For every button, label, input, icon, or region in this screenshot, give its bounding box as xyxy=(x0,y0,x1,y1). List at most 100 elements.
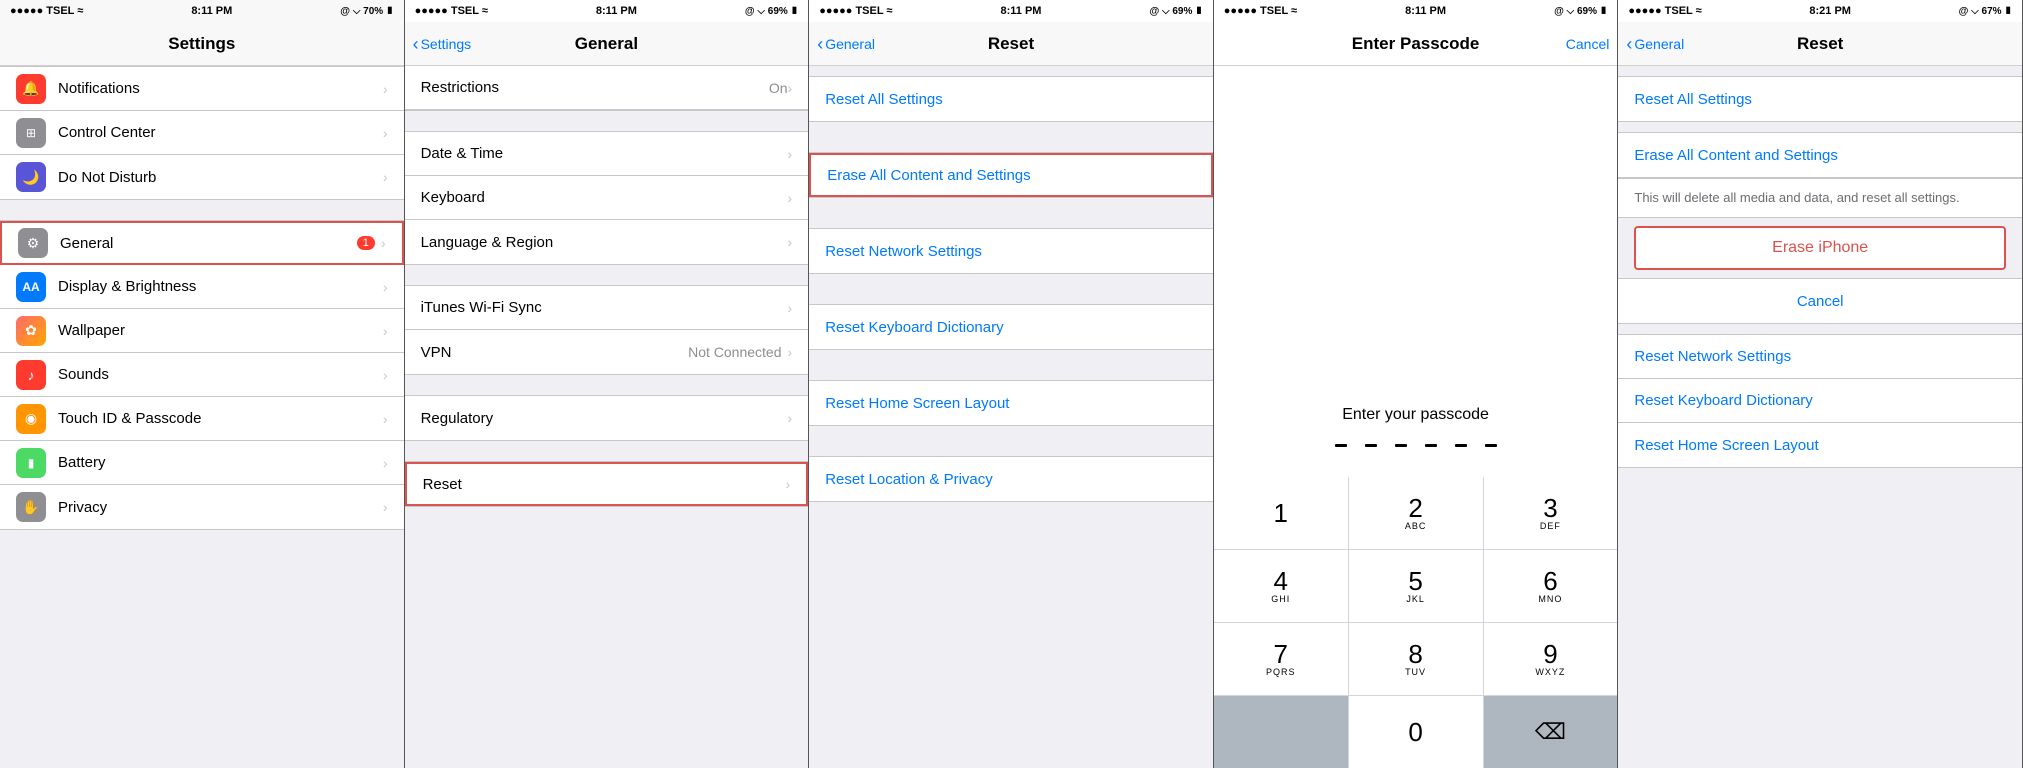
reset-group-2: Erase All Content and Settings xyxy=(809,152,1213,198)
settings-item-wallpaper[interactable]: ✿ Wallpaper › xyxy=(0,309,404,353)
key-2[interactable]: 2 ABC xyxy=(1349,477,1483,549)
reset-group-5: Reset Home Screen Layout xyxy=(809,380,1213,426)
status-bar-5: ●●●●● TSEL ≈ 8:21 PM @ ⌵ 67% ▮ xyxy=(1618,0,2022,22)
nav-back-5[interactable]: ‹ General xyxy=(1626,35,1684,53)
reset-group-3: Reset Network Settings xyxy=(809,228,1213,274)
key-0-num: 0 xyxy=(1408,719,1422,745)
key-5[interactable]: 5 JKL xyxy=(1349,550,1483,622)
reset5-homescreen[interactable]: Reset Home Screen Layout xyxy=(1618,423,2022,467)
status-left-5: ●●●●● TSEL ≈ xyxy=(1628,5,1701,17)
dot-4 xyxy=(1425,444,1437,447)
status-bar-1: ●●●●● TSEL ≈ 8:11 PM @ ⌵ 70% ▮ xyxy=(0,0,404,22)
general-label: General xyxy=(60,235,357,252)
nav-back-3[interactable]: ‹ General xyxy=(817,35,875,53)
general-item-regulatory[interactable]: Regulatory › xyxy=(405,396,809,440)
status-left-3: ●●●●● TSEL ≈ xyxy=(819,5,892,17)
reset5-erase[interactable]: Erase All Content and Settings xyxy=(1618,133,2022,177)
key-1[interactable]: 1 xyxy=(1214,477,1348,549)
dot-6 xyxy=(1485,444,1497,447)
display-icon: AA xyxy=(16,272,46,302)
general-item-vpn[interactable]: VPN Not Connected › xyxy=(405,330,809,374)
delete-icon: ⌫ xyxy=(1535,719,1566,745)
status-center-4: 8:11 PM xyxy=(1405,5,1446,17)
key-2-num: 2 xyxy=(1408,495,1422,521)
general-item-language[interactable]: Language & Region › xyxy=(405,220,809,264)
reset5-keyboard[interactable]: Reset Keyboard Dictionary xyxy=(1618,379,2022,423)
general-item-itunes[interactable]: iTunes Wi-Fi Sync › xyxy=(405,286,809,330)
settings-item-dnd[interactable]: 🌙 Do Not Disturb › xyxy=(0,155,404,199)
cancel-item[interactable]: Cancel xyxy=(1618,279,2022,323)
status-right-2: @ ⌵ 69% ▮ xyxy=(745,6,798,17)
settings-item-privacy[interactable]: ✋ Privacy › xyxy=(0,485,404,529)
reset5-all-settings[interactable]: Reset All Settings xyxy=(1618,77,2022,121)
settings-list-2[interactable]: Restrictions On › Date & Time › Keyboard… xyxy=(405,66,809,768)
regulatory-chevron: › xyxy=(788,410,793,426)
settings-item-display[interactable]: AA Display & Brightness › xyxy=(0,265,404,309)
nav-back-2[interactable]: ‹ Settings xyxy=(413,35,472,53)
reset-item-keyboard[interactable]: Reset Keyboard Dictionary xyxy=(809,305,1213,349)
status-right-4: @ ⌵ 69% ▮ xyxy=(1554,6,1607,17)
key-7[interactable]: 7 PQRS xyxy=(1214,623,1348,695)
reset5-group-3: Reset Network Settings Reset Keyboard Di… xyxy=(1618,334,2022,468)
regulatory-label: Regulatory xyxy=(421,410,788,427)
wallpaper-icon: ✿ xyxy=(16,316,46,346)
battery-label: Battery xyxy=(58,454,383,471)
status-right-5: @ ⌵ 67% ▮ xyxy=(1959,6,2012,17)
reset-confirm-list[interactable]: Reset All Settings Erase All Content and… xyxy=(1618,66,2022,768)
key-2-letters: ABC xyxy=(1405,521,1427,531)
settings-item-touchid[interactable]: ◉ Touch ID & Passcode › xyxy=(0,397,404,441)
general-item-reset[interactable]: Reset › xyxy=(405,462,809,506)
sounds-icon: ♪ xyxy=(16,360,46,390)
nav-bar-1: Settings xyxy=(0,22,404,66)
keyboard-label: Keyboard xyxy=(421,189,788,206)
reset-item-erase[interactable]: Erase All Content and Settings xyxy=(809,153,1213,197)
key-3[interactable]: 3 DEF xyxy=(1484,477,1618,549)
dot-2 xyxy=(1365,444,1377,447)
key-0[interactable]: 0 xyxy=(1349,696,1483,768)
key-9-letters: WXYZ xyxy=(1535,667,1565,677)
settings-list-1[interactable]: 🔔 Notifications › ⊞ Control Center › 🌙 D… xyxy=(0,66,404,768)
general-item-datetime[interactable]: Date & Time › xyxy=(405,132,809,176)
general-chevron: › xyxy=(381,235,386,251)
key-8-letters: TUV xyxy=(1405,667,1426,677)
settings-item-general[interactable]: ⚙ General 1 › xyxy=(0,221,404,265)
key-9[interactable]: 9 WXYZ xyxy=(1484,623,1618,695)
control-center-icon: ⊞ xyxy=(16,118,46,148)
reset-list[interactable]: Reset All Settings Erase All Content and… xyxy=(809,66,1213,768)
reset-homescreen-link: Reset Home Screen Layout xyxy=(825,395,1197,412)
reset-group-6: Reset Location & Privacy xyxy=(809,456,1213,502)
spacer-5c xyxy=(1618,270,2022,278)
dot-3 xyxy=(1395,444,1407,447)
settings-item-notifications[interactable]: 🔔 Notifications › xyxy=(0,67,404,111)
spacer-3d xyxy=(809,370,1213,380)
settings-item-control-center[interactable]: ⊞ Control Center › xyxy=(0,111,404,155)
reset-item-location[interactable]: Reset Location & Privacy xyxy=(809,457,1213,501)
erase-iphone-button[interactable]: Erase iPhone xyxy=(1636,228,2004,268)
spacer-5b xyxy=(1618,218,2022,226)
key-8[interactable]: 8 TUV xyxy=(1349,623,1483,695)
key-9-num: 9 xyxy=(1543,641,1557,667)
status-left-4: ●●●●● TSEL ≈ xyxy=(1224,5,1297,17)
reset5-network[interactable]: Reset Network Settings xyxy=(1618,335,2022,379)
reset-item-all-settings[interactable]: Reset All Settings xyxy=(809,77,1213,121)
status-right-3: @ ⌵ 69% ▮ xyxy=(1149,6,1202,17)
key-delete[interactable]: ⌫ xyxy=(1484,696,1618,768)
confirm-text-box: This will delete all media and data, and… xyxy=(1618,178,2022,218)
reset-label: Reset xyxy=(423,476,786,493)
key-6[interactable]: 6 MNO xyxy=(1484,550,1618,622)
nav-cancel-4[interactable]: Cancel xyxy=(1566,36,1610,52)
settings-item-sounds[interactable]: ♪ Sounds › xyxy=(0,353,404,397)
restrictions-item[interactable]: Restrictions On › xyxy=(405,66,809,110)
reset-item-homescreen[interactable]: Reset Home Screen Layout xyxy=(809,381,1213,425)
vpn-label: VPN xyxy=(421,344,689,361)
settings-item-battery[interactable]: ▮ Battery › xyxy=(0,441,404,485)
reset-item-network[interactable]: Reset Network Settings xyxy=(809,229,1213,273)
nav-title-2: General xyxy=(575,34,638,54)
key-7-num: 7 xyxy=(1273,641,1287,667)
top-spacer-3 xyxy=(809,66,1213,76)
key-4[interactable]: 4 GHI xyxy=(1214,550,1348,622)
general-group-reset: Reset › xyxy=(405,461,809,507)
general-item-keyboard[interactable]: Keyboard › xyxy=(405,176,809,220)
nav-title-4: Enter Passcode xyxy=(1352,34,1480,54)
privacy-icon: ✋ xyxy=(16,492,46,522)
